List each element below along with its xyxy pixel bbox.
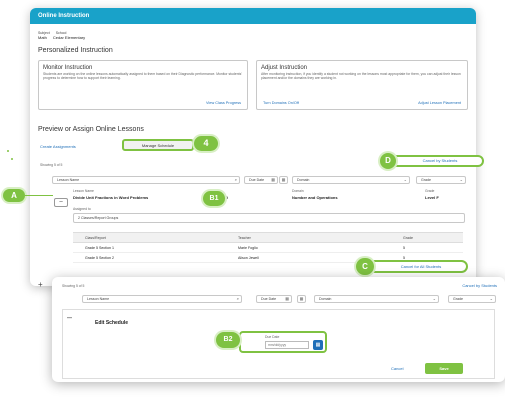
chevron-down-icon: ⌄ — [432, 296, 436, 301]
edit-schedule-area: – Edit Schedule Due Date ▦ Cancel Save — [62, 309, 495, 379]
search-icon: ⌕ — [234, 177, 237, 182]
edit-due-date-label: Due Date — [265, 335, 280, 339]
subject-value: Math — [38, 35, 47, 40]
bottom-grade-label: Grade — [453, 297, 463, 301]
decorative-dot — [7, 150, 9, 152]
date-picker-button[interactable]: ▦ — [279, 176, 288, 184]
create-assignments-tab[interactable]: Create Assignments — [40, 144, 76, 149]
chevron-down-icon: ⌄ — [403, 177, 407, 182]
table-cell: 5 — [403, 246, 405, 250]
calendar-icon: ▦ — [299, 296, 304, 301]
assigned-to-field: 2 Classes/Report Groups — [73, 213, 465, 223]
domain-label: Domain — [292, 189, 304, 193]
calendar-icon[interactable]: ▦ — [313, 340, 323, 350]
bottom-due-date-filter[interactable]: Due Date ▦ — [256, 295, 292, 303]
bottom-lesson-name-filter[interactable]: Lesson Name ⌕ — [82, 295, 242, 303]
callout-d: D — [380, 153, 396, 169]
grade-value: Level F — [425, 195, 439, 200]
bottom-grade-filter[interactable]: Grade ⌄ — [448, 295, 496, 303]
bottom-date-picker-button[interactable]: ▦ — [297, 295, 306, 303]
personalized-instruction-title: Personalized Instruction — [38, 47, 113, 54]
column-class-report: Class/Report — [85, 236, 106, 240]
callout-a: A — [3, 189, 25, 202]
callout-b1: B1 — [203, 191, 225, 206]
grade-label: Grade — [425, 189, 435, 193]
callout-a-connector — [25, 195, 53, 196]
calendar-icon: ▦ — [281, 177, 286, 182]
assigned-to-label: Assigned to — [73, 207, 91, 211]
table-row: Grade 5 Section 1 Marie Foglio 5 — [73, 243, 463, 253]
showing-count: Showing 5 of 5 — [40, 163, 63, 167]
calendar-icon: ▦ — [285, 296, 289, 301]
calendar-icon: ▦ — [271, 177, 275, 182]
plus-icon[interactable]: + — [38, 280, 43, 289]
manage-schedule-tab[interactable]: Manage Schedule — [122, 139, 194, 151]
lesson-name-value: Divide Unit Fractions in Word Problems — [73, 195, 149, 200]
view-class-progress-link[interactable]: View Class Progress — [206, 101, 241, 105]
due-date-editor: Due Date ▦ — [239, 331, 327, 353]
domain-filter[interactable]: Domain ⌄ — [292, 176, 410, 184]
chevron-down-icon: ⌄ — [459, 177, 463, 182]
domain-value: Number and Operations — [292, 195, 338, 200]
adjust-instruction-card: Adjust Instruction After monitoring inst… — [256, 60, 468, 110]
table-cell: Grade 5 Section 2 — [85, 256, 114, 260]
decorative-dot — [11, 158, 13, 160]
bottom-domain-label: Domain — [319, 297, 332, 301]
lesson-name-label: Lesson Name — [73, 189, 94, 193]
monitor-title: Monitor Instruction — [43, 65, 93, 71]
chevron-down-icon: ⌄ — [489, 296, 493, 301]
due-date-input[interactable] — [265, 341, 309, 349]
minus-icon[interactable]: – — [67, 312, 72, 322]
bottom-domain-filter[interactable]: Domain ⌄ — [314, 295, 439, 303]
table-cell: Grade 5 Section 1 — [85, 246, 114, 250]
due-date-filter-label: Due Date — [249, 178, 265, 182]
lesson-name-filter-label: Lesson Name — [57, 178, 80, 182]
adjust-lesson-placement-link[interactable]: Adjust Lesson Placement — [418, 101, 461, 105]
domain-filter-label: Domain — [297, 178, 310, 182]
column-grade: Grade — [403, 236, 413, 240]
online-instruction-panel: Online Instruction Subject School Math C… — [30, 8, 476, 286]
assigned-to-value: 2 Classes/Report Groups — [78, 216, 119, 220]
callout-c: C — [356, 258, 374, 275]
adjust-title: Adjust Instruction — [261, 65, 308, 71]
turn-domains-link[interactable]: Turn Domains On/Off — [263, 101, 299, 105]
callout-4: 4 — [194, 136, 218, 151]
callout-b2: B2 — [216, 332, 240, 348]
grade-filter-label: Grade — [421, 178, 431, 182]
due-date-filter[interactable]: Due Date ▦ — [244, 176, 278, 184]
adjust-desc: After monitoring instruction, if you ide… — [261, 72, 461, 81]
school-value: Cedar Elementary — [52, 35, 86, 40]
lesson-name-filter[interactable]: Lesson Name ⌕ — [52, 176, 240, 184]
bottom-lesson-name-label: Lesson Name — [87, 297, 110, 301]
monitor-desc: Students are working on the online lesso… — [43, 72, 242, 81]
collapse-row-button[interactable]: – — [54, 198, 68, 207]
edit-schedule-panel: Showing 5 of 5 Cancel by Students Lesson… — [52, 277, 505, 382]
table-cell: Marie Foglio — [238, 246, 258, 250]
minus-icon: – — [59, 199, 63, 205]
bottom-due-date-label: Due Date — [261, 297, 277, 301]
cancel-button[interactable]: Cancel — [391, 366, 403, 371]
search-icon: ⌕ — [236, 296, 239, 301]
panel-title: Online Instruction — [30, 8, 476, 24]
monitor-instruction-card: Monitor Instruction Students are working… — [38, 60, 248, 110]
bottom-cancel-by-students-link[interactable]: Cancel by Students — [462, 283, 497, 288]
grade-filter[interactable]: Grade ⌄ — [416, 176, 466, 184]
assigned-classes-table: Class/Report Teacher Grade Grade 5 Secti… — [73, 232, 463, 263]
edit-schedule-title: Edit Schedule — [95, 320, 129, 326]
subject-school-meta: Subject School Math Cedar Elementary — [38, 31, 85, 40]
bottom-showing-count: Showing 5 of 5 — [62, 284, 85, 288]
preview-assign-title: Preview or Assign Online Lessons — [38, 126, 144, 133]
table-header: Class/Report Teacher Grade — [73, 233, 463, 243]
column-teacher: Teacher — [238, 236, 251, 240]
save-button[interactable]: Save — [425, 363, 463, 374]
